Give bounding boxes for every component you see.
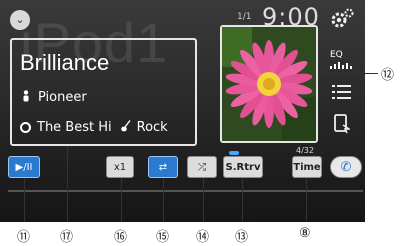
settings-button[interactable] <box>328 8 356 34</box>
eq-label: EQ <box>330 50 343 60</box>
equalizer-icon <box>330 62 352 69</box>
callout-15: ⑮ <box>156 230 170 245</box>
callout-line-13 <box>242 178 243 222</box>
progress-bar[interactable] <box>8 190 363 192</box>
device-button[interactable] <box>328 114 356 138</box>
speed-button[interactable]: x1 <box>106 156 134 178</box>
disc-icon <box>20 122 31 133</box>
playlist-position: 4/32 <box>296 146 314 155</box>
track-title: Brilliance <box>20 50 110 75</box>
callout-16: ⑯ <box>114 230 128 245</box>
phone-button[interactable]: ✆ <box>330 156 362 178</box>
artist-name: Pioneer <box>38 90 87 105</box>
chevron-down-icon: ⌄ <box>15 13 25 26</box>
callout-11: ⑪ <box>17 230 31 245</box>
callout-line-11 <box>24 178 25 222</box>
callout-12: ⑫ <box>381 68 395 83</box>
album-row: The Best Hi Rock <box>20 120 168 135</box>
track-info-panel[interactable]: Brilliance Pioneer The Best Hi Rock <box>10 38 197 146</box>
repeat-button[interactable]: ⇄ <box>148 156 178 178</box>
sound-retriever-indicator <box>229 151 239 155</box>
genre-name: Rock <box>136 120 168 135</box>
shuffle-button[interactable]: ⤮ <box>187 156 217 178</box>
play-pause-button[interactable]: ▶/II <box>8 156 40 178</box>
person-icon <box>20 90 32 105</box>
callout-8: ⑧ <box>299 226 311 241</box>
time-display-button[interactable]: Time <box>292 156 322 178</box>
callout-14: ⑭ <box>196 230 210 245</box>
playback-screen: iPod1 ⌄ Brilliance Pioneer The Best Hi R… <box>0 0 365 222</box>
callout-line-15 <box>163 178 164 222</box>
album-artwork[interactable] <box>220 25 318 143</box>
callout-17: ⑰ <box>60 230 74 245</box>
guitar-icon <box>120 120 131 135</box>
callout-13: ⑬ <box>235 230 249 245</box>
phone-icon: ✆ <box>340 160 352 175</box>
sound-retriever-button[interactable]: S.Rtrv <box>223 156 263 178</box>
callout-line-14 <box>203 178 204 222</box>
track-counter: 1/1 <box>237 12 252 22</box>
collapse-button[interactable]: ⌄ <box>10 10 30 30</box>
callout-line-17 <box>67 146 68 222</box>
callout-line-12 <box>320 73 378 74</box>
list-icon <box>332 85 352 104</box>
device-icon <box>334 114 352 138</box>
gear-icon <box>330 8 354 34</box>
callout-line-16 <box>121 178 122 222</box>
artwork-image <box>222 27 316 141</box>
artist-row: Pioneer <box>20 90 87 105</box>
list-button[interactable] <box>328 84 356 104</box>
album-name: The Best Hi <box>37 120 112 135</box>
callout-line-8 <box>306 178 307 222</box>
eq-button[interactable]: EQ <box>330 50 352 69</box>
